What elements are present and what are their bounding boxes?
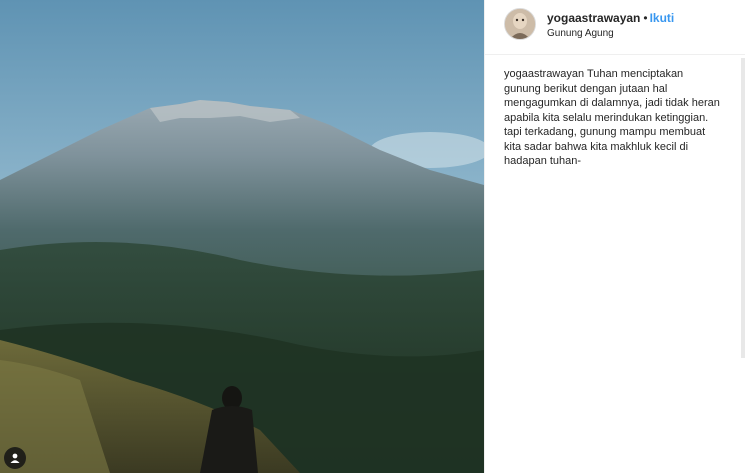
user-tag-icon (10, 453, 20, 463)
follow-button[interactable]: Ikuti (650, 11, 675, 25)
post-sidebar: yogaastrawayan • Ikuti Gunung Agung yogaas… (484, 0, 745, 473)
separator-dot: • (643, 11, 648, 25)
header-user-line: yogaastrawayan • Ikuti (547, 11, 674, 25)
post-photo[interactable] (0, 0, 484, 473)
tag-people-button[interactable] (4, 447, 26, 469)
location-link[interactable]: Gunung Agung (547, 28, 614, 39)
avatar[interactable] (504, 8, 536, 40)
avatar-image (505, 9, 535, 39)
post-header: yogaastrawayan • Ikuti Gunung Agung (485, 0, 745, 55)
mountain-photo (0, 0, 484, 473)
caption-username[interactable]: yogaastrawayan (504, 68, 584, 80)
post-caption: yogaastrawayan Tuhan menciptakan gunung … (504, 67, 722, 169)
comments-scrollbar[interactable] (741, 58, 745, 358)
caption-text: Tuhan menciptakan gunung berikut dengan … (504, 68, 720, 167)
username-link[interactable]: yogaastrawayan (547, 11, 640, 25)
